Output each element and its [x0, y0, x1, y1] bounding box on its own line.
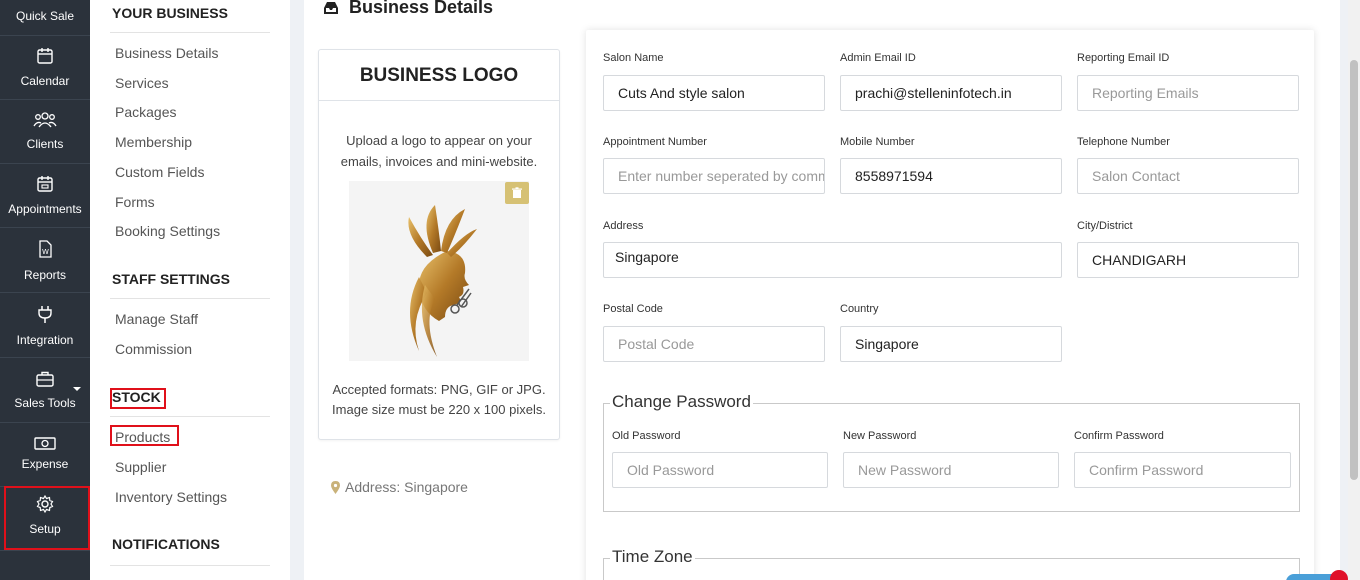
nav-reports-label: Reports: [23, 268, 67, 282]
menu-item-services[interactable]: Services: [115, 75, 169, 91]
reporting-email-input[interactable]: Reporting Emails: [1077, 75, 1299, 111]
main-nav: Quick Sale Calendar Clients Appointments…: [0, 0, 90, 580]
menu-item-forms[interactable]: Forms: [115, 194, 155, 210]
menu-heading-staff-settings: STAFF SETTINGS: [112, 271, 230, 287]
money-icon: [34, 437, 56, 450]
nav-reports[interactable]: W Reports: [0, 229, 90, 293]
admin-email-label: Admin Email ID: [840, 52, 916, 64]
appointment-number-input[interactable]: Enter number seperated by comma: [603, 158, 825, 194]
page-title: Business Details: [322, 0, 493, 18]
confirm-password-label: Confirm Password: [1074, 430, 1164, 442]
menu-item-membership[interactable]: Membership: [115, 134, 192, 150]
delete-logo-button[interactable]: [505, 182, 529, 204]
new-password-input[interactable]: New Password: [843, 452, 1059, 488]
calendar-icon: [37, 48, 53, 64]
chevron-down-icon: [73, 387, 81, 391]
menu-heading-your-business: YOUR BUSINESS: [112, 5, 228, 21]
address-textarea[interactable]: Singapore: [603, 242, 1062, 278]
nav-calendar[interactable]: Calendar: [0, 36, 90, 100]
nav-expense-label: Expense: [21, 457, 69, 471]
divider: [110, 416, 270, 417]
nav-clients[interactable]: Clients: [0, 100, 90, 164]
products-highlight: [110, 425, 179, 446]
salon-name-input[interactable]: Cuts And style salon: [603, 75, 825, 111]
chat-notification-badge: [1330, 570, 1348, 580]
address-label: Address: [603, 220, 644, 232]
divider: [110, 298, 270, 299]
page-title-text: Business Details: [349, 0, 494, 17]
menu-item-business-details[interactable]: Business Details: [115, 45, 219, 61]
menu-item-custom-fields[interactable]: Custom Fields: [115, 164, 204, 180]
menu-item-supplier[interactable]: Supplier: [115, 459, 166, 475]
menu-item-booking-settings[interactable]: Booking Settings: [115, 223, 220, 239]
stock-highlight: [110, 388, 166, 409]
map-marker-icon: [331, 480, 340, 494]
nav-sales-tools[interactable]: Sales Tools: [0, 359, 90, 423]
calendar-check-icon: [37, 176, 53, 192]
menu-item-manage-staff[interactable]: Manage Staff: [115, 311, 198, 327]
change-password-legend: Change Password: [610, 392, 753, 412]
salon-name-label: Salon Name: [603, 52, 664, 64]
users-icon: [33, 112, 57, 128]
menu-item-packages[interactable]: Packages: [115, 104, 176, 120]
business-logo-card: BUSINESS LOGO Upload a logo to appear on…: [318, 49, 560, 440]
nav-clients-label: Clients: [26, 137, 64, 151]
admin-email-input[interactable]: prachi@stelleninfotech.in: [840, 75, 1062, 111]
postal-code-label: Postal Code: [603, 303, 663, 315]
plug-icon: [38, 306, 52, 323]
old-password-input[interactable]: Old Password: [612, 452, 828, 488]
logo-upload-description: Upload a logo to appear on your emails, …: [340, 133, 538, 169]
city-label: City/District: [1077, 220, 1133, 232]
address-summary: Address: Singapore: [331, 479, 468, 495]
nav-quick-sale[interactable]: Quick Sale: [0, 0, 90, 36]
menu-heading-notifications: NOTIFICATIONS: [112, 536, 220, 552]
setup-highlight: [4, 486, 90, 550]
address-summary-text: Address: Singapore: [345, 479, 468, 495]
document-icon: W: [39, 240, 52, 258]
business-details-form: Salon Name Cuts And style salon Admin Em…: [586, 30, 1314, 580]
nav-appointments[interactable]: Appointments: [0, 164, 90, 228]
telephone-number-label: Telephone Number: [1077, 136, 1170, 148]
mobile-number-label: Mobile Number: [840, 136, 915, 148]
menu-item-inventory-settings[interactable]: Inventory Settings: [115, 489, 227, 505]
confirm-password-input[interactable]: Confirm Password: [1074, 452, 1291, 488]
settings-menu: YOUR BUSINESS Business Details Services …: [90, 0, 290, 580]
country-label: Country: [840, 303, 879, 315]
svg-text:W: W: [42, 248, 49, 256]
mobile-number-input[interactable]: 8558971594: [840, 158, 1062, 194]
postal-code-input[interactable]: Postal Code: [603, 326, 825, 362]
nav-quick-sale-label: Quick Sale: [15, 9, 75, 23]
logo-format-info: Accepted formats: PNG, GIF or JPG. Image…: [332, 382, 546, 417]
new-password-label: New Password: [843, 430, 917, 442]
trash-icon: [512, 187, 522, 198]
time-zone-legend: Time Zone: [610, 547, 695, 567]
old-password-label: Old Password: [612, 430, 681, 442]
business-logo-image[interactable]: [349, 181, 529, 361]
city-input[interactable]: CHANDIGARH: [1077, 242, 1299, 278]
scrollbar-thumb[interactable]: [1350, 60, 1358, 480]
divider: [110, 565, 270, 566]
logo-graphic: [408, 205, 477, 357]
appointment-number-label: Appointment Number: [603, 136, 707, 148]
divider: [110, 32, 270, 33]
briefcase-icon: [36, 371, 54, 387]
menu-item-commission[interactable]: Commission: [115, 341, 192, 357]
nav-calendar-label: Calendar: [20, 74, 70, 88]
inbox-icon: [324, 1, 338, 14]
page-scrollbar[interactable]: [1348, 0, 1360, 580]
time-zone-fieldset: [603, 558, 1300, 580]
content-area: Business Details BUSINESS LOGO Upload a …: [304, 0, 1340, 580]
nav-integration-label: Integration: [16, 333, 74, 347]
nav-integration[interactable]: Integration: [0, 294, 90, 358]
reporting-email-label: Reporting Email ID: [1077, 52, 1170, 64]
business-logo-title: BUSINESS LOGO: [319, 50, 559, 101]
nav-expense[interactable]: Expense: [0, 423, 90, 487]
nav-appointments-label: Appointments: [8, 202, 82, 216]
telephone-number-input[interactable]: Salon Contact: [1077, 158, 1299, 194]
nav-sales-tools-label: Sales Tools: [14, 396, 76, 410]
country-select[interactable]: Singapore: [840, 326, 1062, 362]
